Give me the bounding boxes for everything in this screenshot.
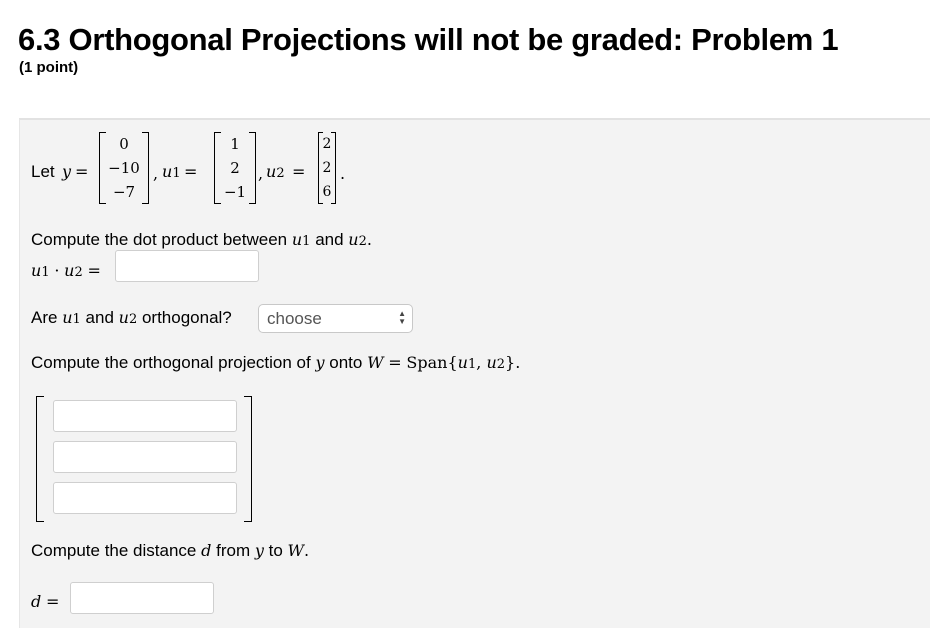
vector-u2: 2 2 6	[318, 132, 336, 204]
y-var: y	[62, 162, 72, 181]
equals-sign: =	[75, 162, 89, 181]
vector-y: 0 −10 −7	[99, 132, 149, 204]
comma: ,	[153, 164, 159, 183]
comma: ,	[258, 164, 264, 183]
distance-input[interactable]	[70, 582, 214, 614]
dot-product-label: u1 · u2 =	[31, 261, 101, 280]
select-value: choose	[267, 309, 322, 328]
problem-panel: Let y = 0 −10 −7 , u1 = 1 2 −1 , u2 = 2 …	[19, 118, 930, 628]
updown-arrows-icon: ▲ ▼	[398, 309, 406, 326]
orthogonal-select[interactable]: choose ▲ ▼	[258, 304, 413, 333]
u1-var: u1	[162, 162, 181, 181]
let-label: Let	[31, 162, 55, 181]
equals-sign: =	[292, 162, 306, 181]
orthogonal-prompt: Are u1 and u2 orthogonal?	[31, 308, 232, 327]
projection-input-2[interactable]	[53, 441, 237, 473]
distance-label: d =	[31, 592, 60, 611]
projection-input-1[interactable]	[53, 400, 237, 432]
matrix-right-bracket	[244, 396, 252, 522]
distance-prompt: Compute the distance d from y to W.	[31, 541, 310, 560]
equals-sign: =	[184, 162, 198, 181]
projection-input-3[interactable]	[53, 482, 237, 514]
period: .	[340, 164, 346, 183]
projection-prompt: Compute the orthogonal projection of y o…	[31, 353, 521, 372]
vector-u1: 1 2 −1	[214, 132, 256, 204]
page-title: 6.3 Orthogonal Projections will not be g…	[18, 22, 839, 57]
u2-var: u2	[266, 162, 285, 181]
dot-product-prompt: Compute the dot product between u1 and u…	[31, 230, 372, 249]
dot-product-input[interactable]	[115, 250, 259, 282]
points-label: (1 point)	[19, 59, 79, 76]
matrix-left-bracket	[36, 396, 44, 522]
